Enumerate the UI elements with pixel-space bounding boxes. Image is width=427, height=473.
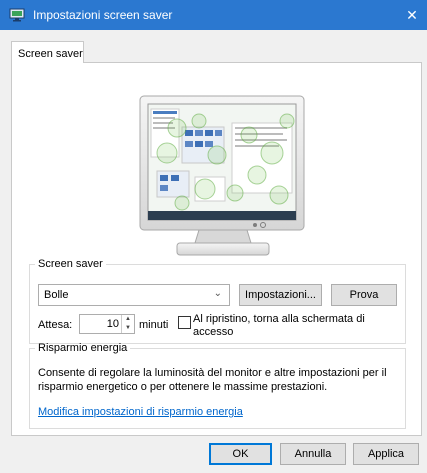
ok-button[interactable]: OK	[209, 443, 272, 465]
settings-button[interactable]: Impostazioni...	[239, 284, 322, 306]
spin-down-icon[interactable]: ▼	[121, 324, 134, 333]
minutes-label: minuti	[139, 319, 169, 331]
monitor-preview	[139, 95, 305, 256]
tab-screen-saver[interactable]: Screen saver	[11, 41, 84, 63]
screen-saver-group-label: Screen saver	[38, 258, 103, 270]
monitor-icon	[9, 8, 25, 22]
tab-panel: Screen saver Bolle ⌄ Impostazioni... Pro…	[11, 62, 422, 436]
close-icon[interactable]: ✕	[397, 0, 427, 30]
resume-checkbox[interactable]	[178, 316, 191, 329]
power-group-label: Risparmio energia	[38, 342, 128, 354]
cancel-button[interactable]: Annulla	[280, 443, 346, 465]
resume-label[interactable]: Al ripristino, torna alla schermata di a…	[193, 313, 393, 339]
power-settings-link[interactable]: Modifica impostazioni di risparmio energ…	[38, 406, 243, 418]
power-group: Risparmio energia Consente di regolare l…	[29, 342, 406, 429]
wait-value[interactable]: 10	[107, 318, 119, 330]
power-description: Consente di regolare la luminosità del m…	[38, 367, 387, 393]
spin-up-icon[interactable]: ▲	[121, 315, 134, 324]
screen-saver-group: Screen saver Bolle ⌄ Impostazioni... Pro…	[29, 258, 406, 344]
apply-button[interactable]: Applica	[353, 443, 419, 465]
title-bar: Impostazioni screen saver ✕	[0, 0, 427, 30]
test-button[interactable]: Prova	[331, 284, 397, 306]
window-title: Impostazioni screen saver	[33, 8, 173, 22]
screen-saver-select[interactable]: Bolle ⌄	[38, 284, 230, 306]
screen-saver-selected: Bolle	[44, 289, 69, 301]
chevron-down-icon: ⌄	[213, 288, 222, 299]
wait-stepper[interactable]: 10 ▲ ▼	[79, 314, 135, 334]
wait-label: Attesa:	[38, 319, 73, 331]
